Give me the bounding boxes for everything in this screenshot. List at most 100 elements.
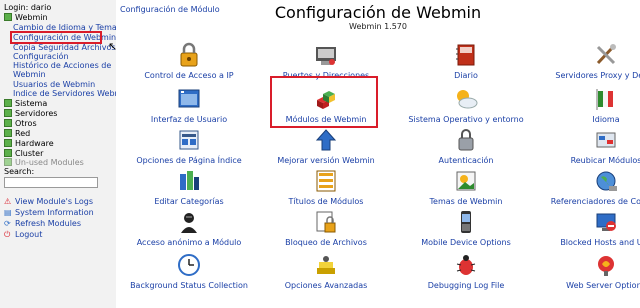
link-label: View Module's Logs: [15, 197, 93, 206]
module-label: Opciones Avanzadas: [284, 281, 368, 290]
expand-box-icon: [4, 158, 12, 166]
page-title: Configuración de Webmin: [274, 3, 482, 22]
logout-icon: ⏻: [4, 230, 11, 239]
flag-icon: [596, 89, 613, 110]
category-label: Cluster: [15, 149, 44, 158]
module-referenciadores[interactable]: Referenciadores de Configu: [541, 168, 640, 206]
module-label: Referenciadores de Configu: [550, 197, 640, 206]
category-label: Sistema: [15, 99, 48, 108]
view-logs-link[interactable]: ⚠ View Module's Logs: [4, 197, 93, 207]
categories-icon: [180, 171, 199, 190]
module-web-server-options[interactable]: Web Server Options: [541, 252, 640, 290]
mobile-phone-icon: [461, 211, 471, 233]
module-label: Web Server Options: [566, 281, 640, 290]
category-hardware[interactable]: Hardware: [4, 139, 54, 149]
link-label: System Information: [15, 208, 94, 217]
globe-icon: [596, 171, 617, 191]
module-background-status[interactable]: Background Status Collection: [124, 252, 254, 290]
main-panel: Configuración de Módulo Configuración de…: [116, 0, 640, 308]
category-servidores[interactable]: Servidores: [4, 109, 57, 119]
module-interfaz-usuario[interactable]: Interfaz de Usuario: [124, 86, 254, 124]
module-diario[interactable]: Diario: [401, 42, 531, 80]
category-webmin[interactable]: Webmin: [4, 13, 48, 23]
module-idioma[interactable]: Idioma: [541, 86, 640, 124]
info-icon: ▤: [4, 208, 12, 217]
sidebar-item-historico-cont[interactable]: Webmin: [13, 70, 46, 80]
module-label: Autenticación: [438, 156, 494, 165]
module-label: Diario: [454, 71, 478, 80]
module-label: Mejorar versión Webmin: [277, 156, 375, 165]
blocked-hosts-icon: [596, 213, 616, 231]
version-label: Webmin 1.570: [349, 22, 407, 31]
module-blocked-hosts[interactable]: Blocked Hosts and Use: [541, 209, 640, 247]
module-label: Blocked Hosts and Use: [560, 238, 640, 247]
clock-icon: [178, 254, 200, 276]
expand-box-icon: [4, 13, 12, 21]
lock-icon: [180, 42, 198, 67]
page-options-icon: [179, 130, 199, 150]
refresh-modules-link[interactable]: ⟳ Refresh Modules: [4, 219, 81, 229]
module-label: Control de Acceso a IP: [144, 71, 234, 80]
category-label: Otros: [15, 119, 37, 128]
module-opciones-avanzadas[interactable]: Opciones Avanzadas: [261, 252, 391, 290]
module-acceso-anonimo[interactable]: Acceso anónimo a Módulo: [124, 209, 254, 247]
link-label: Refresh Modules: [15, 219, 82, 228]
sidebar-item-indice-servidores[interactable]: Indice de Servidores Webmin: [13, 89, 130, 99]
category-label: Servidores: [15, 109, 58, 118]
expand-box-icon: [4, 139, 12, 147]
module-label: Idioma: [592, 115, 620, 124]
system-info-link[interactable]: ▤ System Information: [4, 208, 94, 218]
module-label: Temas de Webmin: [429, 197, 503, 206]
module-label: Acceso anónimo a Módulo: [136, 238, 242, 247]
expand-box-icon: [4, 149, 12, 157]
module-label: Bloqueo de Archivos: [285, 238, 367, 247]
module-opciones-pagina-indice[interactable]: Opciones de Página Índice: [124, 127, 254, 165]
module-label: Debugging Log File: [427, 281, 505, 290]
module-control-acceso-ip[interactable]: Control de Acceso a IP: [124, 42, 254, 80]
module-label: Opciones de Página Índice: [136, 156, 242, 165]
search-input[interactable]: [4, 177, 98, 188]
module-label: Reubicar Módulos: [570, 156, 640, 165]
category-label: Hardware: [15, 139, 54, 148]
advanced-icon: [317, 256, 335, 274]
titles-icon: [316, 170, 336, 192]
module-label: Mobile Device Options: [421, 238, 511, 247]
refresh-icon: ⟳: [4, 219, 11, 228]
expand-box-icon: [4, 109, 12, 117]
module-autenticacion[interactable]: Autenticación: [401, 127, 531, 165]
category-sistema[interactable]: Sistema: [4, 99, 47, 109]
category-label: Un-used Modules: [15, 158, 84, 167]
expand-box-icon: [4, 119, 12, 127]
window-icon: [178, 89, 200, 108]
category-label: Webmin: [15, 13, 48, 22]
module-label: Interfaz de Usuario: [150, 115, 228, 124]
file-lock-icon: [316, 211, 336, 233]
link-label: Logout: [15, 230, 43, 239]
module-editar-categorias[interactable]: Editar Categorías: [124, 168, 254, 206]
module-sistema-operativo[interactable]: Sistema Operativo y entorno: [401, 86, 531, 124]
category-red[interactable]: Red: [4, 129, 30, 139]
module-bloqueo-archivos[interactable]: Bloqueo de Archivos: [261, 209, 391, 247]
module-label: Sistema Operativo y entorno: [408, 115, 524, 124]
warning-icon: ⚠: [4, 197, 12, 206]
login-label: Login: dario: [4, 3, 52, 12]
category-otros[interactable]: Otros: [4, 119, 37, 129]
module-mobile-device[interactable]: Mobile Device Options: [401, 209, 531, 247]
module-servidores-proxy[interactable]: Servidores Proxy y Desca: [541, 42, 640, 80]
expand-box-icon: [4, 129, 12, 137]
module-mejorar-version[interactable]: Mejorar versión Webmin: [261, 127, 391, 165]
module-label: Servidores Proxy y Desca: [555, 71, 640, 80]
module-reubicar-modulos[interactable]: Reubicar Módulos: [541, 127, 640, 165]
module-debugging-log[interactable]: Debugging Log File: [401, 252, 531, 290]
highlight-box: [10, 31, 102, 44]
weather-icon: [457, 90, 478, 109]
themes-icon: [456, 171, 476, 191]
logout-link[interactable]: ⏻ Logout: [4, 230, 42, 240]
bug-icon: [456, 255, 476, 275]
web-server-icon: [598, 256, 614, 276]
module-temas-webmin[interactable]: Temas de Webmin: [401, 168, 531, 206]
module-titulos-modulos[interactable]: Títulos de Módulos: [261, 168, 391, 206]
expand-box-icon: [4, 99, 12, 107]
module-puertos-direcciones[interactable]: Puertos y Direcciones: [261, 42, 391, 80]
padlock-icon: [458, 129, 474, 151]
